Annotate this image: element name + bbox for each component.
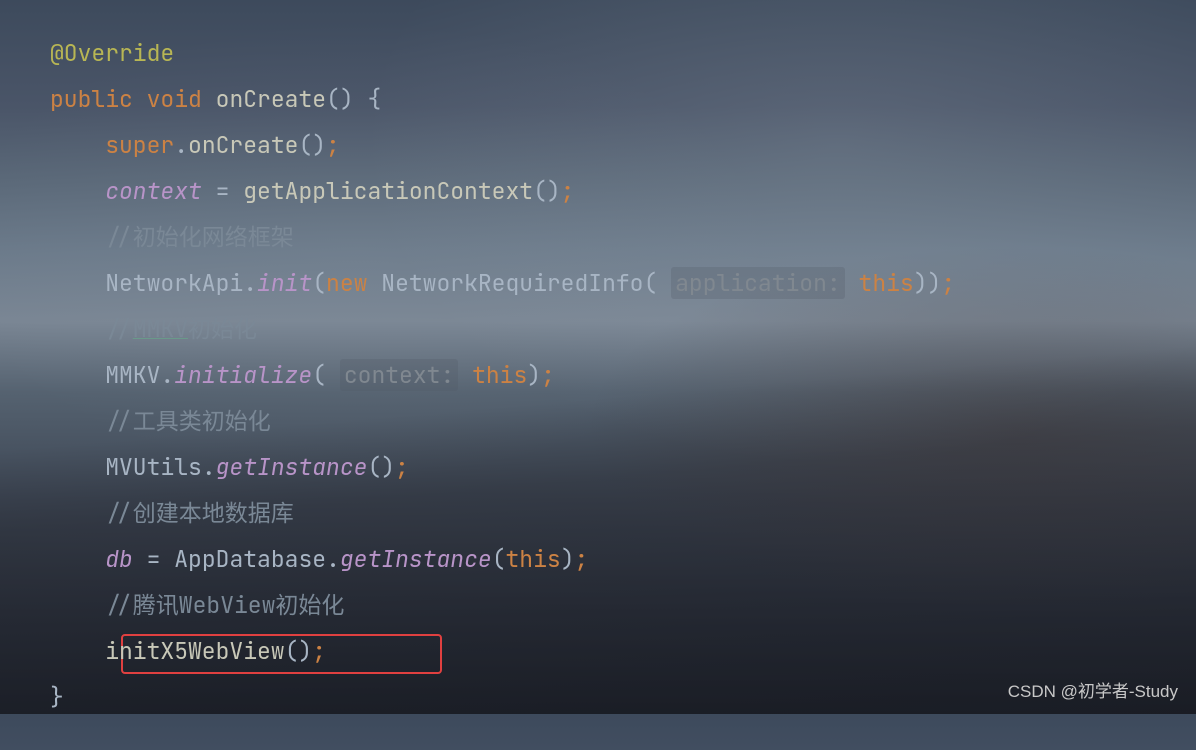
keyword-this-3: this: [506, 544, 561, 574]
field-context: context: [105, 176, 202, 206]
comment-mmkv-prefix: //: [105, 314, 133, 344]
hint-application: application:: [671, 267, 845, 299]
code-line-12: db = AppDatabase.getInstance(this);: [50, 536, 1146, 582]
comment-mmkv: MMKV: [133, 314, 188, 344]
code-line-15: }: [50, 674, 1146, 720]
class-appdb: AppDatabase: [174, 544, 326, 574]
code-line-10: MVUtils.getInstance();: [50, 444, 1146, 490]
method-getinstance: getInstance: [216, 452, 368, 482]
code-line-11: //创建本地数据库: [50, 490, 1146, 536]
class-networkapi: NetworkApi: [105, 268, 243, 298]
keyword-new: new: [326, 268, 367, 298]
watermark: CSDN @初学者-Study: [1008, 677, 1178, 702]
call-oncreate: onCreate: [188, 130, 298, 160]
brace: {: [367, 84, 381, 114]
field-db: db: [105, 544, 133, 574]
annotation: @Override: [50, 38, 174, 68]
class-networkinfo: NetworkRequiredInfo: [381, 268, 643, 298]
call-initx5: initX5WebView: [105, 636, 284, 666]
keyword-void: void: [147, 84, 202, 114]
code-line-2: public void onCreate() {: [50, 76, 1146, 122]
keyword-this: this: [859, 268, 914, 298]
comment-network: //初始化网络框架: [105, 222, 294, 252]
class-mvutils: MVUtils: [105, 452, 202, 482]
keyword-super: super: [105, 130, 174, 160]
code-line-3: super.onCreate();: [50, 122, 1146, 168]
method-init: init: [257, 268, 312, 298]
code-editor: @Override public void onCreate() { super…: [0, 0, 1196, 750]
comment-utils: //工具类初始化: [105, 406, 271, 436]
call-getappcontext: getApplicationContext: [243, 176, 533, 206]
code-line-1: @Override: [50, 30, 1146, 76]
code-line-8: MMKV.initialize( context: this);: [50, 352, 1146, 398]
paren: (): [326, 84, 354, 114]
code-line-13: //腾讯WebView初始化: [50, 582, 1146, 628]
method-initialize: initialize: [174, 360, 312, 390]
code-line-9: //工具类初始化: [50, 398, 1146, 444]
comment-db: //创建本地数据库: [105, 498, 294, 528]
comment-mmkv-suffix: 初始化: [188, 314, 257, 344]
code-line-14: initX5WebView();: [50, 628, 1146, 674]
comment-webview: //腾讯WebView初始化: [105, 590, 344, 620]
code-line-4: context = getApplicationContext();: [50, 168, 1146, 214]
brace-close: }: [50, 682, 64, 712]
class-mmkv: MMKV: [105, 360, 160, 390]
keyword-this-2: this: [472, 360, 527, 390]
code-line-7: //MMKV初始化: [50, 306, 1146, 352]
keyword-public: public: [50, 84, 133, 114]
method-oncreate: onCreate: [216, 84, 326, 114]
code-line-6: NetworkApi.init(new NetworkRequiredInfo(…: [50, 260, 1146, 306]
method-getinstance-2: getInstance: [340, 544, 492, 574]
hint-context: context:: [340, 359, 458, 391]
code-line-5: //初始化网络框架: [50, 214, 1146, 260]
